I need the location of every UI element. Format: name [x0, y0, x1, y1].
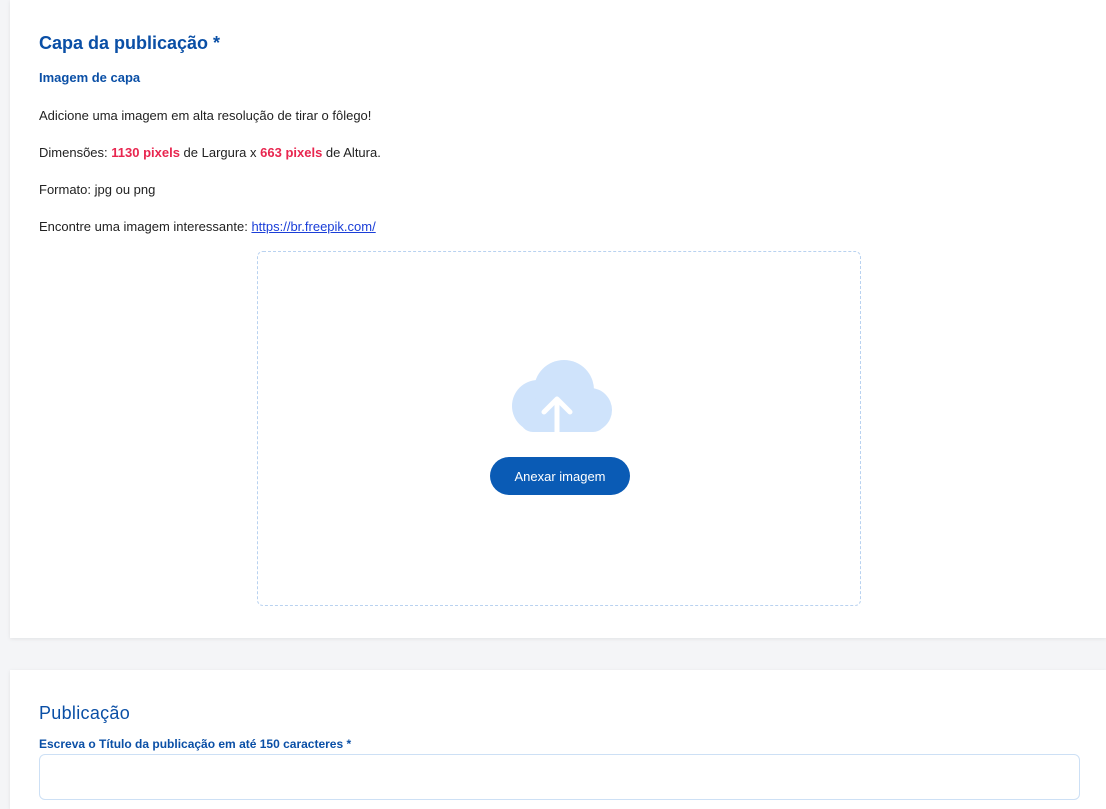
cover-description: Adicione uma imagem em alta resolução de… — [39, 108, 372, 123]
cover-card: Capa da publicação * Imagem de capa Adic… — [10, 0, 1106, 638]
format-text: Formato: jpg ou png — [39, 182, 156, 197]
cover-section-title: Capa da publicação * — [39, 33, 221, 53]
freepik-link[interactable]: https://br.freepik.com/ — [251, 219, 375, 234]
dimensions-middle: de Largura x — [179, 145, 261, 160]
find-image-text: Encontre uma imagem interessante: https:… — [39, 219, 376, 234]
title-field-label: Escreva o Título da publicação em até 15… — [39, 737, 352, 751]
find-image-prefix: Encontre uma imagem interessante: — [39, 219, 252, 234]
cloud-upload-icon — [512, 360, 612, 437]
publication-section-title: Publicação — [39, 703, 131, 723]
dimensions-suffix: de Altura. — [322, 145, 381, 160]
image-dropzone[interactable]: Anexar imagem — [257, 251, 861, 606]
width-value: 1130 pixels — [111, 145, 180, 160]
dimensions-text: Dimensões: 1130 pixels de Largura x 663 … — [39, 145, 381, 160]
dimensions-prefix: Dimensões: — [39, 145, 112, 160]
title-input[interactable] — [39, 754, 1080, 800]
height-value: 663 pixels — [260, 145, 323, 160]
cover-image-subtitle: Imagem de capa — [39, 70, 141, 85]
publication-card: Publicação Escreva o Título da publicaçã… — [10, 670, 1106, 809]
attach-image-button[interactable]: Anexar imagem — [490, 457, 630, 495]
